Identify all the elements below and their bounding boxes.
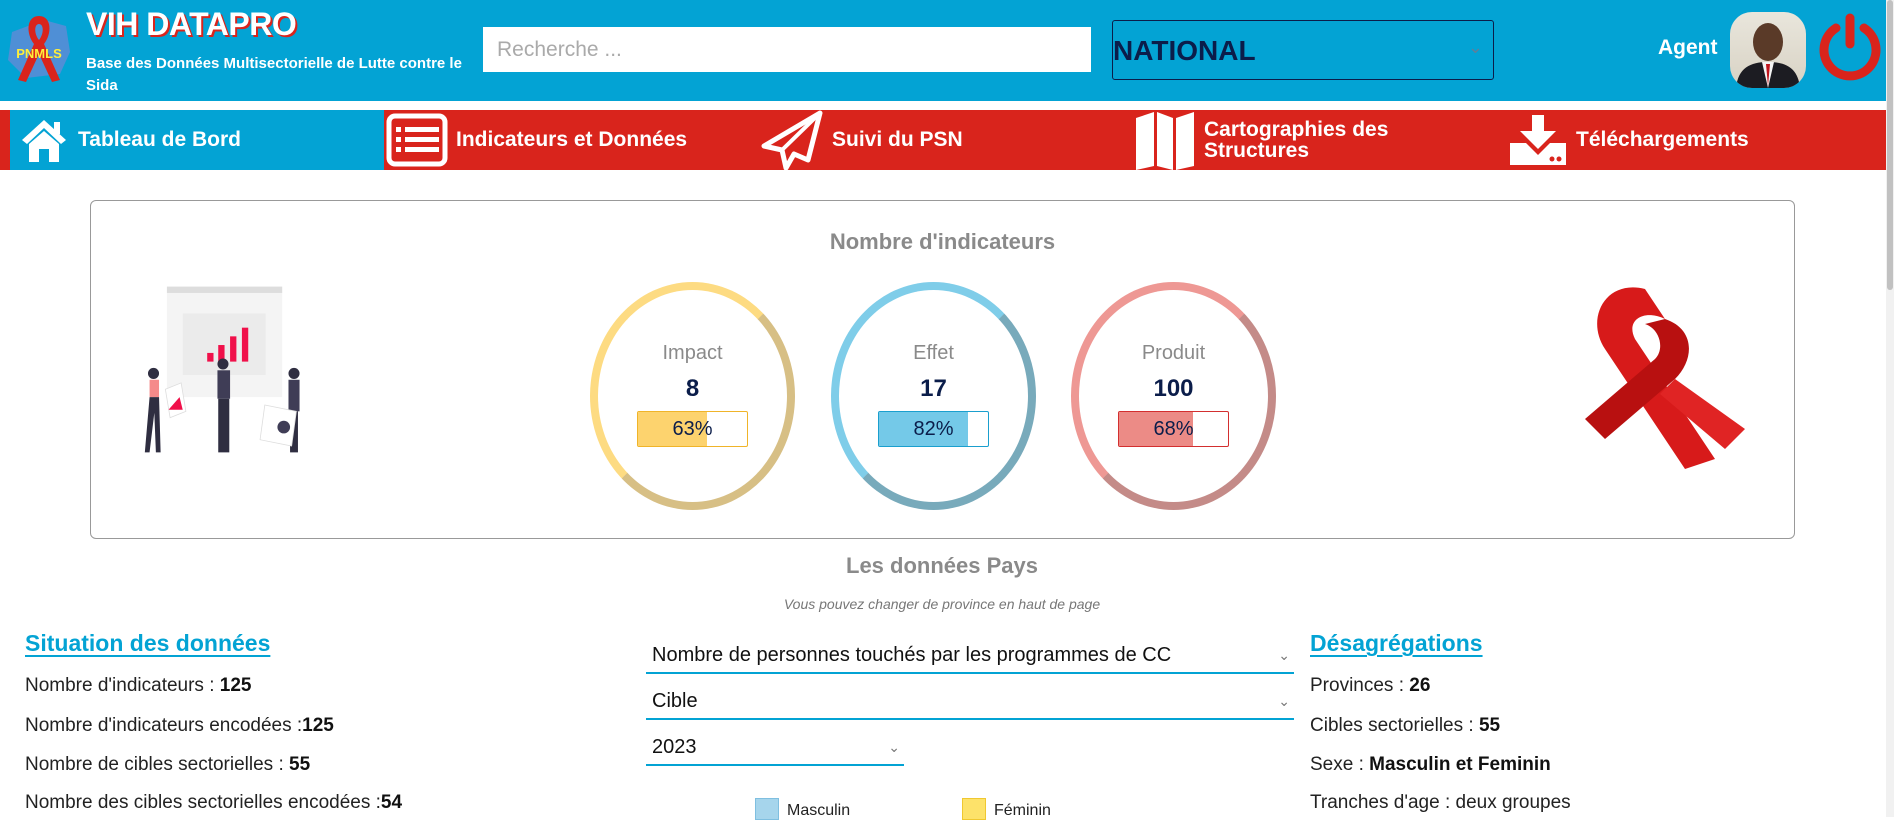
map-icon bbox=[1136, 112, 1194, 170]
disagg-line: Sexe : Masculin et Feminin bbox=[1310, 754, 1551, 775]
scrollbar-thumb[interactable] bbox=[1887, 0, 1893, 290]
chevron-down-icon: ⌄ bbox=[888, 739, 900, 755]
progress-bar: 68% bbox=[1118, 411, 1229, 447]
indicator-select[interactable]: Nombre de personnes touchés par les prog… bbox=[646, 640, 1294, 674]
paper-plane-icon bbox=[761, 110, 823, 170]
progress-bar: 63% bbox=[637, 411, 748, 447]
section-subtitle: Vous pouvez changer de province en haut … bbox=[783, 596, 1101, 612]
nav-label: Suivi du PSN bbox=[832, 128, 963, 151]
chevron-down-icon: ⌄ bbox=[1278, 647, 1290, 663]
red-ribbon-image bbox=[1585, 287, 1745, 469]
app-title: VIH DATAPRO bbox=[86, 6, 297, 42]
nav-cartographies[interactable]: Cartographies des Structures bbox=[1134, 110, 1404, 170]
nav-label: Indicateurs et Données bbox=[456, 128, 688, 151]
situation-line: Nombre d'indicateurs : 125 bbox=[25, 675, 252, 696]
disaggregations-title[interactable]: Désagrégations bbox=[1310, 630, 1483, 657]
indicator-label: Impact bbox=[662, 342, 723, 364]
scrollbar[interactable] bbox=[1886, 0, 1894, 817]
region-select[interactable]: NATIONAL ⌄ bbox=[1112, 20, 1494, 80]
indicators-title: Nombre d'indicateurs bbox=[829, 229, 1056, 254]
nav-label: Cartographies des Structures bbox=[1204, 118, 1389, 162]
progress-text: 68% bbox=[1153, 418, 1194, 440]
list-icon bbox=[386, 113, 448, 167]
indicator-effet: Effet 17 82% bbox=[831, 282, 1036, 510]
situation-line: Nombre des cibles sectorielles encodées … bbox=[25, 792, 403, 813]
indicator-label: Produit bbox=[1141, 342, 1206, 364]
indicator-count: 8 bbox=[685, 375, 700, 402]
indicator-impact: Impact 8 63% bbox=[590, 282, 795, 510]
download-icon bbox=[1510, 115, 1566, 165]
indicator-produit: Produit 100 68% bbox=[1071, 282, 1276, 510]
nav-tableau-de-bord[interactable]: Tableau de Bord bbox=[10, 110, 384, 170]
indicators-card: Nombre d'indicateurs Impact 8 63% Effet … bbox=[90, 200, 1795, 539]
region-value: NATIONAL bbox=[1113, 35, 1256, 66]
disagg-line: Cibles sectorielles : 55 bbox=[1310, 715, 1501, 736]
chevron-down-icon: ⌄ bbox=[1278, 693, 1290, 709]
progress-bar: 82% bbox=[878, 411, 989, 447]
nav-indicateurs[interactable]: Indicateurs et Données bbox=[386, 110, 687, 170]
search-input[interactable] bbox=[483, 27, 1091, 72]
analytics-illustration bbox=[144, 286, 300, 453]
nav-suivi-psn[interactable]: Suivi du PSN bbox=[760, 110, 963, 170]
nav-label: Tableau de Bord bbox=[78, 128, 241, 151]
pnmls-logo: PNMLS bbox=[8, 16, 70, 82]
nav-telechargements[interactable]: Téléchargements bbox=[1508, 110, 1749, 170]
svg-text:PNMLS: PNMLS bbox=[16, 46, 62, 61]
user-label: Agent bbox=[1658, 36, 1718, 59]
legend-label: Féminin bbox=[994, 802, 1051, 819]
year-select[interactable]: 2023 ⌄ bbox=[646, 732, 904, 766]
situation-title[interactable]: Situation des données bbox=[25, 630, 270, 657]
avatar[interactable] bbox=[1730, 12, 1806, 88]
legend-label: Masculin bbox=[787, 802, 851, 819]
indicator-count: 17 bbox=[920, 375, 947, 402]
type-select[interactable]: Cible ⌄ bbox=[646, 686, 1294, 720]
disagg-line: Provinces : 26 bbox=[1310, 675, 1431, 696]
situation-line: Nombre d'indicateurs encodées :125 bbox=[25, 715, 334, 736]
nav-label: Téléchargements bbox=[1576, 128, 1749, 151]
section-title: Les données Pays bbox=[846, 553, 1038, 578]
chevron-down-icon: ⌄ bbox=[1467, 37, 1483, 57]
app-subtitle: Base des Données Multisectorielle de Lut… bbox=[86, 55, 462, 94]
power-icon[interactable] bbox=[1816, 12, 1884, 82]
progress-text: 82% bbox=[913, 418, 954, 440]
header: PNMLS VIH DATAPRO Base des Données Multi… bbox=[0, 0, 1894, 101]
disagg-line: Tranches d'age : deux groupes bbox=[1310, 792, 1571, 813]
main-nav: Tableau de Bord Indicateurs et Données S… bbox=[0, 110, 1894, 170]
progress-text: 63% bbox=[672, 418, 713, 440]
indicator-count: 100 bbox=[1153, 375, 1194, 402]
indicator-label: Effet bbox=[913, 342, 954, 364]
home-icon bbox=[22, 120, 66, 162]
situation-line: Nombre de cibles sectorielles : 55 bbox=[25, 754, 311, 775]
